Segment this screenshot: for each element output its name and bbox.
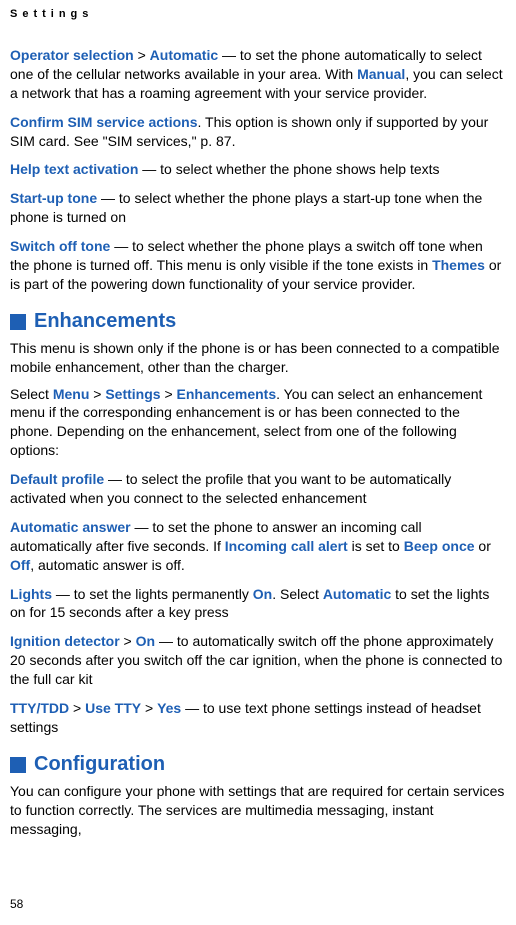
kw-operator-selection: Operator selection [10, 47, 134, 63]
para-lights: Lights — to set the lights permanently O… [10, 585, 506, 623]
para-config-intro: You can configure your phone with settin… [10, 782, 506, 839]
kw-lights: Lights [10, 586, 52, 602]
kw-ignition: Ignition detector [10, 633, 120, 649]
section-title-enhancements: Enhancements [34, 310, 176, 333]
kw-on-ignition: On [136, 633, 155, 649]
kw-yes: Yes [157, 700, 181, 716]
section-configuration: Configuration [10, 753, 506, 776]
kw-menu: Menu [53, 386, 90, 402]
kw-off: Off [10, 557, 30, 573]
para-tty: TTY/TDD > Use TTY > Yes — to use text ph… [10, 699, 506, 737]
kw-default-profile: Default profile [10, 471, 104, 487]
square-bullet-icon [10, 314, 26, 330]
para-help-text: Help text activation — to select whether… [10, 160, 506, 179]
kw-use-tty: Use TTY [85, 700, 141, 716]
kw-incoming-alert: Incoming call alert [225, 538, 348, 554]
kw-help-text: Help text activation [10, 161, 138, 177]
kw-startup-tone: Start-up tone [10, 190, 97, 206]
kw-switchoff-tone: Switch off tone [10, 238, 110, 254]
kw-automatic: Automatic [150, 47, 218, 63]
kw-automatic-lights: Automatic [323, 586, 391, 602]
square-bullet-icon [10, 757, 26, 773]
running-header: Settings [10, 8, 506, 20]
kw-confirm-sim: Confirm SIM service actions [10, 114, 198, 130]
para-default-profile: Default profile — to select the profile … [10, 470, 506, 508]
para-auto-answer: Automatic answer — to set the phone to a… [10, 518, 506, 575]
kw-tty-tdd: TTY/TDD [10, 700, 69, 716]
para-ignition: Ignition detector > On — to automaticall… [10, 632, 506, 689]
kw-manual: Manual [357, 66, 405, 82]
kw-on: On [253, 586, 272, 602]
page-number: 58 [10, 897, 23, 911]
kw-beep-once: Beep once [404, 538, 475, 554]
kw-enhancements: Enhancements [177, 386, 277, 402]
section-title-configuration: Configuration [34, 753, 165, 776]
kw-settings: Settings [105, 386, 160, 402]
kw-themes: Themes [432, 257, 485, 273]
para-enh-nav: Select Menu > Settings > Enhancements. Y… [10, 385, 506, 461]
para-switchoff-tone: Switch off tone — to select whether the … [10, 237, 506, 294]
para-confirm-sim: Confirm SIM service actions. This option… [10, 113, 506, 151]
para-enh-intro: This menu is shown only if the phone is … [10, 339, 506, 377]
para-operator-selection: Operator selection > Automatic — to set … [10, 46, 506, 103]
kw-auto-answer: Automatic answer [10, 519, 131, 535]
para-startup-tone: Start-up tone — to select whether the ph… [10, 189, 506, 227]
section-enhancements: Enhancements [10, 310, 506, 333]
